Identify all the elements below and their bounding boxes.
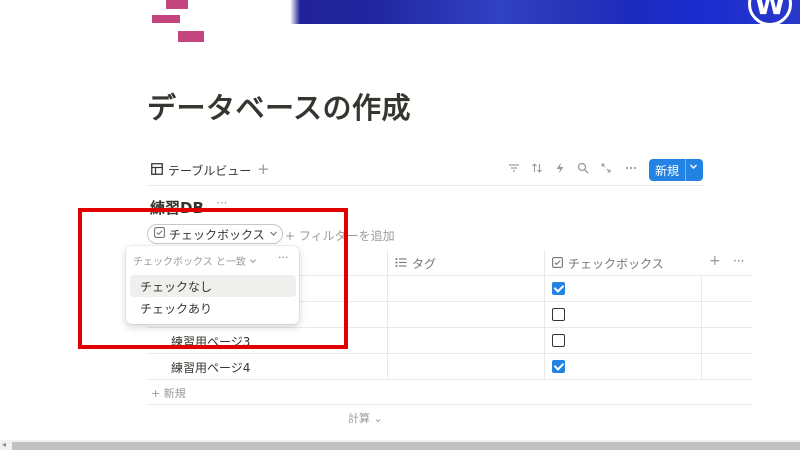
search-icon[interactable]	[575, 162, 591, 177]
column-header-label: チェックボックス	[568, 257, 664, 271]
checkbox-icon	[552, 256, 563, 271]
filter-icon[interactable]	[506, 162, 522, 177]
chevron-down-icon[interactable]	[689, 162, 698, 174]
new-button-divider	[685, 159, 686, 181]
scrollbar-thumb[interactable]	[12, 442, 800, 450]
new-button-label: 新規	[655, 164, 680, 178]
table-footer-divider	[147, 404, 753, 405]
cover-banner: W	[0, 0, 800, 24]
column-header-label: タグ	[412, 257, 437, 271]
table-more-button[interactable]: ···	[733, 254, 744, 268]
row-checkbox[interactable]	[552, 360, 565, 373]
sort-icon[interactable]	[529, 162, 545, 177]
horizontal-scrollbar[interactable]: ◂	[0, 440, 800, 450]
row-checkbox[interactable]	[552, 308, 565, 321]
calculate-button[interactable]: 計算 ⌄	[348, 410, 383, 426]
expand-icon[interactable]	[598, 162, 614, 177]
add-column-button[interactable]: +	[709, 253, 721, 269]
row-checkbox[interactable]	[552, 334, 565, 347]
cover-logo: W	[748, 0, 792, 24]
highlight-box	[78, 208, 348, 349]
column-header-checkbox[interactable]: チェックボックス	[552, 255, 664, 272]
table-row[interactable]: 練習用ページ4	[147, 354, 753, 380]
view-tab-label: テーブルビュー	[168, 164, 252, 178]
row-checkbox[interactable]	[552, 282, 565, 295]
add-view-button[interactable]: +	[257, 160, 270, 178]
tab-table-view[interactable]: テーブルビュー	[151, 162, 251, 179]
list-icon	[395, 257, 407, 271]
add-row-button[interactable]: + 新規	[151, 385, 186, 401]
column-header-tag[interactable]: タグ	[395, 255, 436, 272]
table-icon	[151, 163, 163, 178]
page-title[interactable]: データベースの作成	[147, 85, 411, 127]
new-button[interactable]: 新規	[649, 159, 703, 181]
row-title[interactable]: 練習用ページ4	[171, 359, 250, 376]
lightning-icon[interactable]	[552, 162, 568, 177]
scroll-left-icon[interactable]: ◂	[2, 440, 6, 449]
page-icon[interactable]	[152, 0, 212, 46]
more-icon[interactable]	[623, 162, 639, 177]
cover-wave	[370, 0, 630, 24]
view-bar: テーブルビュー + 新規	[147, 158, 703, 186]
